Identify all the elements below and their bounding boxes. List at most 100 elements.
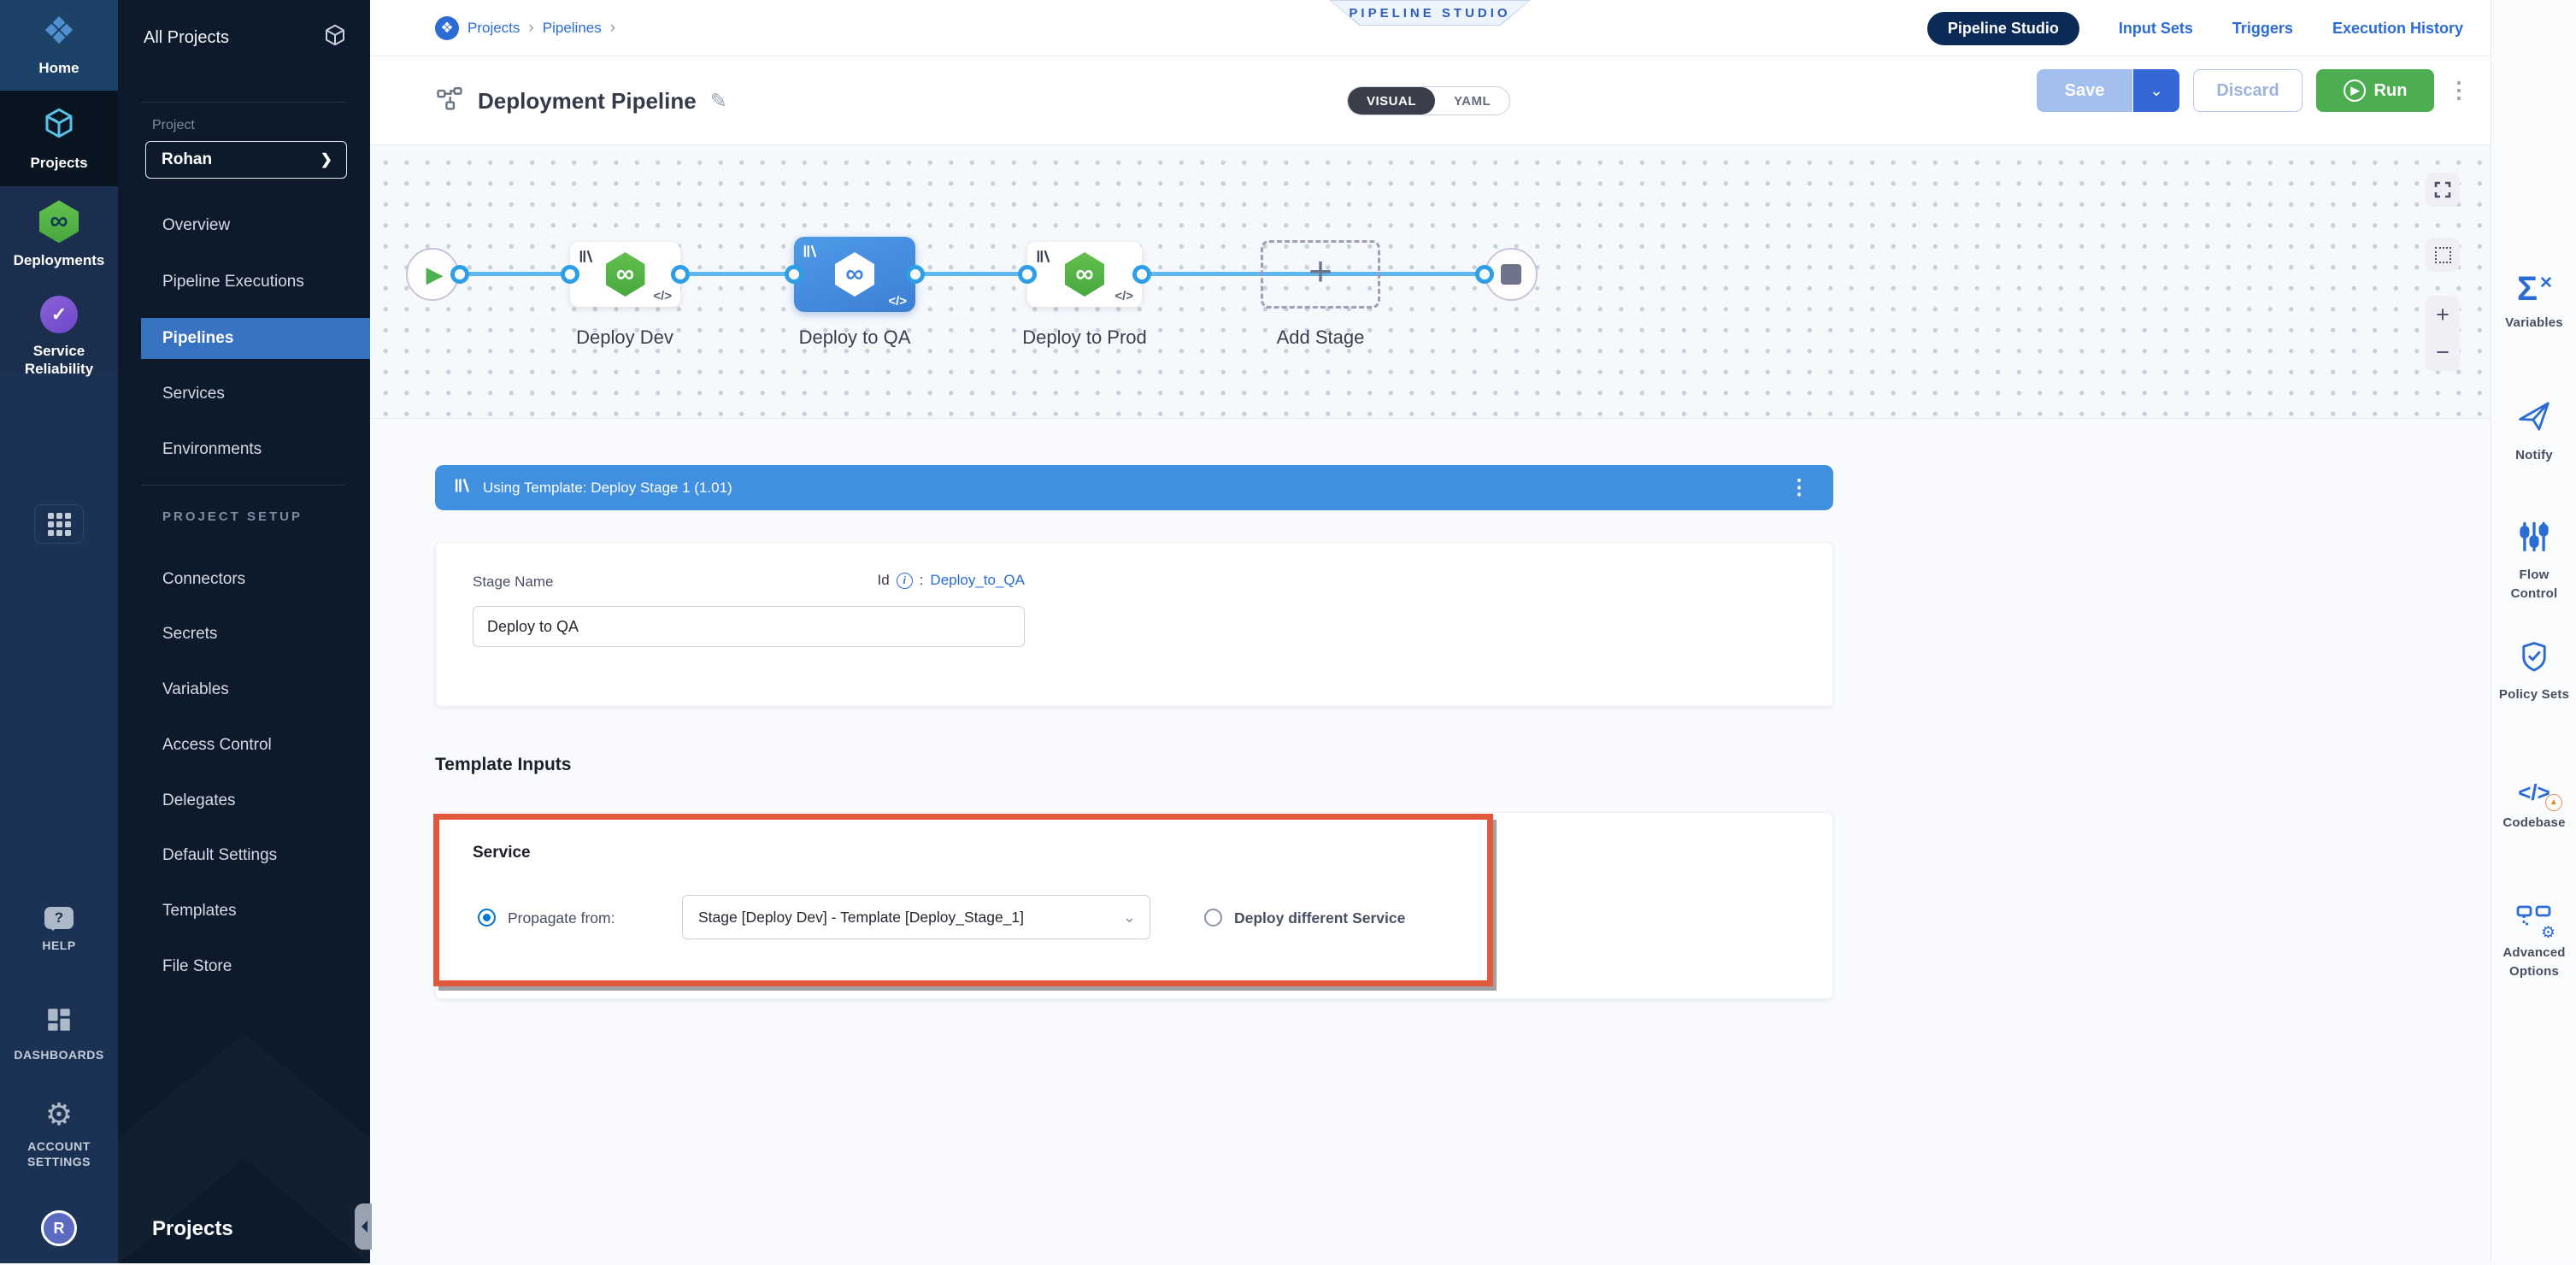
stage-node-deploy-dev[interactable]: ∞ </> xyxy=(570,242,680,307)
plus-icon: + xyxy=(1309,252,1332,293)
toggle-yaml[interactable]: YAML xyxy=(1435,87,1509,115)
sidebar-collapse-handle[interactable] xyxy=(355,1203,372,1250)
marquee-icon xyxy=(2435,247,2451,263)
sidebar-item-access-control[interactable]: Access Control xyxy=(118,725,370,766)
cd-hexagon-icon: ∞ xyxy=(606,252,645,297)
save-button[interactable]: Save xyxy=(2037,69,2132,112)
breadcrumb-pipelines[interactable]: Pipelines xyxy=(543,20,602,37)
notify-icon xyxy=(2516,398,2552,438)
propagate-from-radio[interactable] xyxy=(478,909,496,927)
tab-pipeline-studio[interactable]: Pipeline Studio xyxy=(1927,12,2079,45)
id-separator: : xyxy=(920,572,924,589)
toolbar-item-codebase[interactable]: </> ▲ Codebase xyxy=(2491,780,2576,833)
sidebar-item-default-settings[interactable]: Default Settings xyxy=(118,835,370,876)
module-rail: ❖ Home Projects ∞ Deployments ✓ Service … xyxy=(0,0,118,1263)
service-heading: Service xyxy=(473,844,531,862)
connector-port xyxy=(1132,265,1151,284)
toolbar-item-flow-control[interactable]: Flow Control xyxy=(2491,520,2576,603)
toolbar-policy-sets-label: Policy Sets xyxy=(2494,685,2574,704)
using-template-text: Using Template: Deploy Stage 1 (1.01) xyxy=(483,480,732,497)
discard-button[interactable]: Discard xyxy=(2193,69,2303,112)
avatar-initial: R xyxy=(54,1220,65,1238)
deploy-different-service-radio[interactable] xyxy=(1204,909,1222,927)
zoom-out-button[interactable]: − xyxy=(2436,341,2450,364)
sidebar-item-services[interactable]: Services xyxy=(118,374,370,415)
breadcrumb-separator: › xyxy=(610,19,615,38)
edit-pencil-icon[interactable]: ✎ xyxy=(710,89,727,114)
connector-port xyxy=(671,265,690,284)
collapse-arrow-icon xyxy=(356,1221,368,1233)
propagate-stage-value: Stage [Deploy Dev] - Template [Deploy_St… xyxy=(698,909,1024,927)
rail-item-dashboards[interactable]: DASHBOARDS xyxy=(0,993,118,1075)
sidebar-item-pipelines[interactable]: Pipelines xyxy=(141,318,370,359)
toggle-visual[interactable]: VISUAL xyxy=(1348,87,1435,115)
info-icon[interactable]: i xyxy=(897,573,913,589)
add-stage-button[interactable]: + xyxy=(1261,240,1380,309)
rail-item-account-settings[interactable]: ⚙ ACCOUNT SETTINGS xyxy=(0,1087,118,1181)
rail-home-label: Home xyxy=(38,59,79,77)
sidebar-item-environments[interactable]: Environments xyxy=(118,429,370,470)
propagate-from-label: Propagate from: xyxy=(508,909,615,927)
toolbar-item-variables[interactable]: Σ✕ Variables xyxy=(2491,272,2576,332)
fullscreen-icon xyxy=(2432,179,2453,200)
breadcrumb-projects[interactable]: Projects xyxy=(468,20,520,37)
using-template-banner[interactable]: Using Template: Deploy Stage 1 (1.01) ⋮ xyxy=(435,465,1833,510)
sidebar-item-connectors[interactable]: Connectors xyxy=(118,559,370,600)
tab-execution-history[interactable]: Execution History xyxy=(2332,20,2463,38)
sidebar-item-pipeline-executions[interactable]: Pipeline Executions xyxy=(118,262,370,303)
template-library-icon xyxy=(1036,249,1051,268)
rail-item-deployments[interactable]: ∞ Deployments xyxy=(0,190,118,280)
sidebar-item-file-store[interactable]: File Store xyxy=(118,946,370,987)
toolbar-variables-label: Variables xyxy=(2494,314,2574,332)
fullscreen-button[interactable] xyxy=(2426,173,2460,207)
module-picker-button[interactable] xyxy=(34,504,84,544)
toolbar-item-notify[interactable]: Notify xyxy=(2491,398,2576,465)
sidebar-item-variables[interactable]: Variables xyxy=(118,669,370,710)
grid-icon xyxy=(48,513,71,536)
run-play-icon: ▶ xyxy=(2344,79,2366,102)
sidebar-item-delegates[interactable]: Delegates xyxy=(118,780,370,821)
tab-input-sets[interactable]: Input Sets xyxy=(2119,20,2193,38)
sidebar-item-secrets[interactable]: Secrets xyxy=(118,614,370,655)
user-avatar[interactable]: R xyxy=(41,1210,77,1246)
pipeline-studio-badge: PIPELINE STUDIO xyxy=(1329,0,1531,26)
sidebar-item-templates[interactable]: Templates xyxy=(118,891,370,932)
deploy-different-service-label: Deploy different Service xyxy=(1234,909,1405,927)
stage-node-deploy-to-qa[interactable]: ∞ </> xyxy=(794,237,915,312)
rail-item-service-reliability[interactable]: ✓ Service Reliability xyxy=(0,285,118,388)
stage-label-deploy-to-qa: Deploy to QA xyxy=(761,327,949,349)
template-library-icon xyxy=(454,477,471,498)
toolbar-item-policy-sets[interactable]: Policy Sets xyxy=(2491,639,2576,704)
advanced-options-icon: ⚙ xyxy=(2516,903,2552,936)
zoom-in-button[interactable]: + xyxy=(2436,303,2450,327)
toolbar-item-advanced-options[interactable]: ⚙ Advanced Options xyxy=(2491,903,2576,981)
propagate-stage-dropdown[interactable]: Stage [Deploy Dev] - Template [Deploy_St… xyxy=(682,895,1150,939)
connector-port xyxy=(1475,265,1494,284)
connector-port xyxy=(1018,265,1037,284)
project-setup-section-title: PROJECT SETUP xyxy=(162,509,303,524)
stop-square-icon xyxy=(1501,264,1521,285)
stage-id-value[interactable]: Deploy_to_QA xyxy=(930,572,1025,589)
pipeline-canvas[interactable]: ▶ ∞ </> ∞ </> ∞ </> xyxy=(370,145,2491,419)
rail-item-projects[interactable]: Projects xyxy=(0,91,118,186)
pipeline-studio-badge-label: PIPELINE STUDIO xyxy=(1349,6,1510,21)
sidebar-item-overview[interactable]: Overview xyxy=(118,205,370,246)
run-button[interactable]: ▶ Run xyxy=(2316,69,2434,112)
flow-control-icon xyxy=(2517,520,2551,558)
home-icon: ❖ xyxy=(42,13,75,50)
rail-item-home[interactable]: ❖ Home xyxy=(0,0,118,91)
stage-name-input[interactable] xyxy=(473,606,1025,647)
pipeline-menu-kebab[interactable]: ⋮ xyxy=(2448,80,2470,100)
project-selector[interactable]: Rohan ❯ xyxy=(145,141,347,179)
cd-hexagon-icon: ∞ xyxy=(1065,252,1104,297)
tab-triggers[interactable]: Triggers xyxy=(2232,20,2293,38)
save-options-caret[interactable]: ⌄ xyxy=(2133,69,2179,112)
template-menu-kebab[interactable]: ⋮ xyxy=(1789,479,1809,497)
stage-label-deploy-dev: Deploy Dev xyxy=(531,327,719,349)
stage-id-row: Id i : Deploy_to_QA xyxy=(473,572,1025,589)
marquee-select-button[interactable] xyxy=(2426,238,2460,272)
stage-node-deploy-to-prod[interactable]: ∞ </> xyxy=(1027,242,1142,307)
all-projects-header[interactable]: All Projects xyxy=(144,19,348,56)
cd-hexagon-icon: ∞ xyxy=(835,252,874,297)
rail-item-help[interactable]: ? HELP xyxy=(0,889,118,971)
